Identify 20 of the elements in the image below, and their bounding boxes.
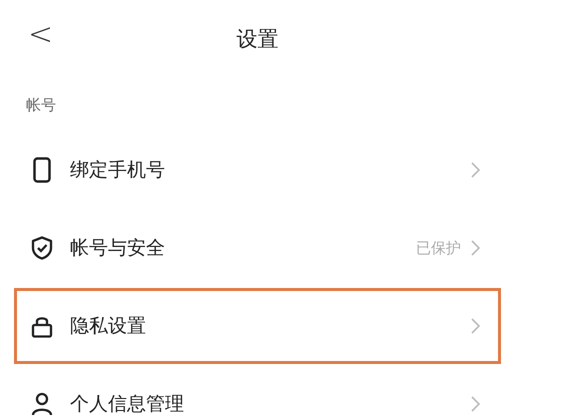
person-icon [31,392,53,416]
row-label: 帐号与安全 [70,236,166,261]
row-label: 隐私设置 [70,314,147,339]
settings-row[interactable]: 个人信息管理 [14,366,501,420]
status-text: 已保护 [416,238,461,259]
page-title: 设置 [236,26,278,54]
settings-row[interactable]: 帐号与安全 已保护 [14,210,501,286]
chevron-right-icon [471,396,480,412]
back-button[interactable]: < [28,20,54,50]
row-label: 绑定手机号 [70,158,166,183]
chevron-right-icon [471,240,480,256]
row-label: 个人信息管理 [70,392,185,417]
shield-check-icon [31,236,53,260]
lock-icon [31,314,53,338]
chevron-right-icon [471,318,480,334]
settings-row[interactable]: 隐私设置 [14,288,501,364]
phone-icon [33,157,51,183]
section-label: 帐号 [26,94,56,116]
chevron-right-icon [471,162,480,178]
settings-row[interactable]: 绑定手机号 [14,132,501,208]
